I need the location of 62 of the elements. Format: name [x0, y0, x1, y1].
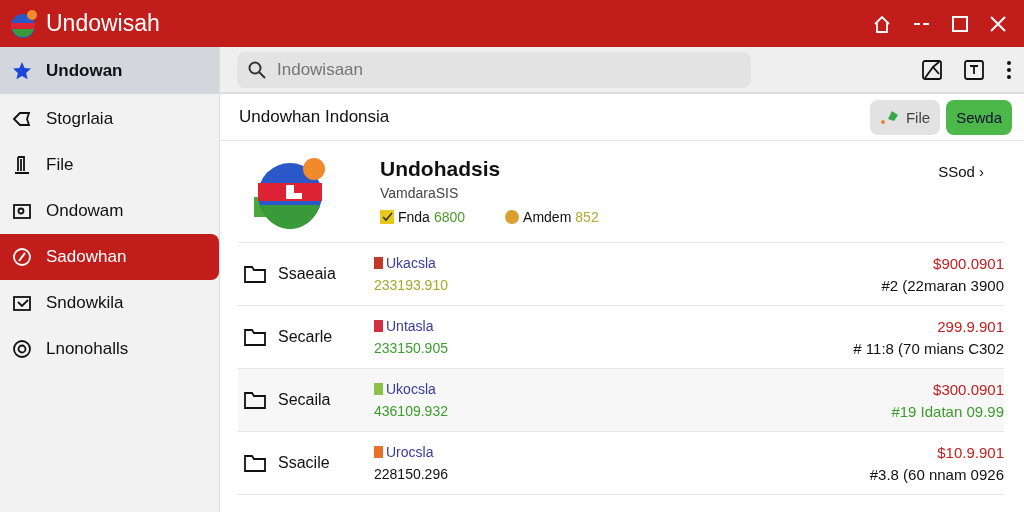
row-detail: #19 Idatan 09.99: [891, 402, 1004, 420]
folder-icon: [244, 328, 266, 346]
camera-icon: [12, 201, 32, 221]
stat-value: 6800: [433, 209, 466, 225]
row-name: Secarle: [278, 328, 334, 346]
row-name: Ssaeaia: [278, 265, 337, 283]
row-amount: 299.9.901: [937, 317, 1004, 335]
more-link[interactable]: SSod ›: [938, 163, 984, 242]
sidebar-item[interactable]: Undowan: [0, 47, 219, 94]
coin-icon: [505, 210, 520, 224]
row-amount: $10.9.901: [937, 443, 1004, 461]
stat-label: Fnda: [398, 209, 430, 225]
stat-label: Amdem: [523, 209, 572, 225]
minimize-icon[interactable]: [914, 21, 930, 26]
checkbox-icon: [380, 210, 394, 224]
folder-icon: [244, 454, 266, 472]
row-name: Secaila: [278, 391, 332, 409]
stat-value: 852: [575, 209, 599, 225]
tag-label: Untasla: [386, 317, 434, 334]
file-button[interactable]: File: [869, 99, 941, 135]
folder-icon: [244, 391, 266, 409]
text-icon[interactable]: [964, 59, 984, 80]
row-amount: $900.0901: [933, 254, 1004, 272]
sidebar-item[interactable]: Sndowkila: [0, 280, 219, 326]
sidebar-item[interactable]: Ondowam: [0, 188, 219, 234]
app-logo-icon: [10, 8, 38, 39]
section-title: Undowhan Indonsia: [239, 107, 391, 127]
tag-label: Urocsla: [386, 443, 434, 460]
more-icon[interactable]: [1006, 59, 1012, 80]
search-field[interactable]: Indowisaan: [237, 51, 751, 88]
sidebar-item[interactable]: Stogrlaia: [0, 96, 219, 142]
row-number: 233193.910: [374, 276, 448, 293]
sidebar-item[interactable]: File: [0, 142, 219, 188]
at-icon: [12, 339, 32, 359]
tag-label: Ukacsla: [386, 254, 436, 271]
inbox-icon: [12, 293, 32, 313]
row-amount: $300.0901: [933, 380, 1004, 398]
row-number: 233150.905: [374, 339, 448, 356]
tag-icon: [12, 109, 32, 129]
maximize-icon[interactable]: [952, 15, 968, 32]
primary-button[interactable]: Sewda: [946, 99, 1012, 135]
item-subtitle: VamdaraSIS: [380, 185, 460, 201]
compass-icon: [12, 247, 32, 267]
star-icon: [12, 60, 32, 81]
search-icon: [248, 60, 266, 79]
row-name: Ssacile: [278, 454, 331, 472]
row-number: 436109.932: [374, 402, 448, 419]
sidebar-item[interactable]: Lnonohalls: [0, 326, 219, 372]
window-title: Undowisah: [46, 10, 161, 37]
tag-label: Ukocsla: [386, 380, 436, 397]
crop-icon[interactable]: [922, 59, 942, 80]
row-detail: #3.8 (60 nnam 0926: [869, 465, 1004, 483]
leaf-icon: [879, 109, 900, 125]
house-icon[interactable]: [872, 13, 892, 34]
row-number: 228150.296: [374, 465, 448, 482]
folder-icon: [244, 265, 266, 283]
row-detail: #2 (22maran 3900: [881, 276, 1004, 294]
row-detail: # 11:8 (70 mians C302: [853, 339, 1004, 357]
sidebar-item[interactable]: Sadowhan: [0, 234, 219, 280]
file-icon: [12, 155, 32, 175]
item-title: Undohadsis: [380, 157, 502, 181]
close-icon[interactable]: [990, 15, 1006, 32]
